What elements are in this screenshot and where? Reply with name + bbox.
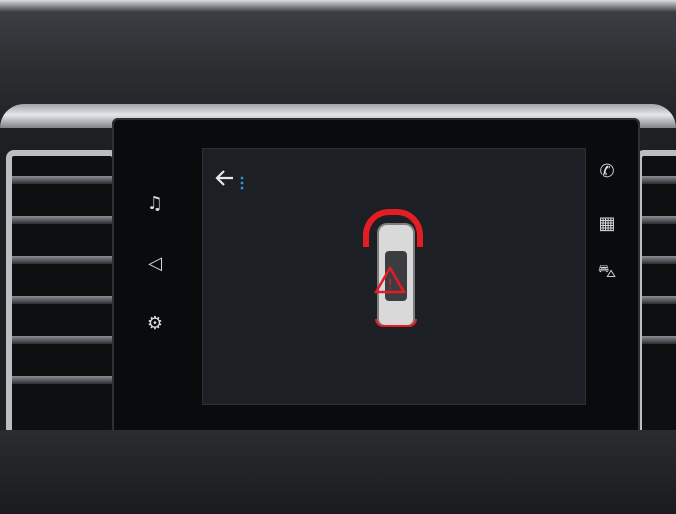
back-arrow-icon[interactable]	[215, 169, 235, 190]
dashboard-bottom	[0, 430, 676, 514]
car-icon: ⛍	[597, 261, 617, 282]
grid-icon: ▦	[598, 212, 616, 234]
air-vent-left	[6, 150, 118, 437]
vertical-dots-icon[interactable]	[239, 173, 245, 193]
warning-triangle-icon: !	[373, 265, 407, 295]
dashboard-top	[0, 0, 676, 120]
music-note-icon: ♫	[146, 192, 164, 214]
apps-button[interactable]: ⚙	[140, 310, 170, 336]
air-vent-right	[636, 150, 676, 437]
rear-obstacle-zone	[375, 319, 417, 327]
svg-text:!: !	[387, 277, 393, 293]
navigation-button[interactable]: ◁	[140, 250, 170, 276]
phone-icon: ✆	[599, 160, 615, 182]
music-button[interactable]: ♫	[140, 190, 170, 216]
vehicle-button[interactable]: ⛍	[592, 260, 622, 286]
car-top-view: !	[374, 223, 415, 327]
applications-button[interactable]: ▦	[592, 210, 622, 236]
apps-grid-icon: ⚙	[146, 312, 164, 334]
phone-button[interactable]: ✆	[592, 158, 622, 184]
display-screen: !	[202, 148, 586, 405]
parking-sensor-graphic: !	[361, 209, 427, 327]
navigation-arrow-icon: ◁	[148, 252, 162, 274]
